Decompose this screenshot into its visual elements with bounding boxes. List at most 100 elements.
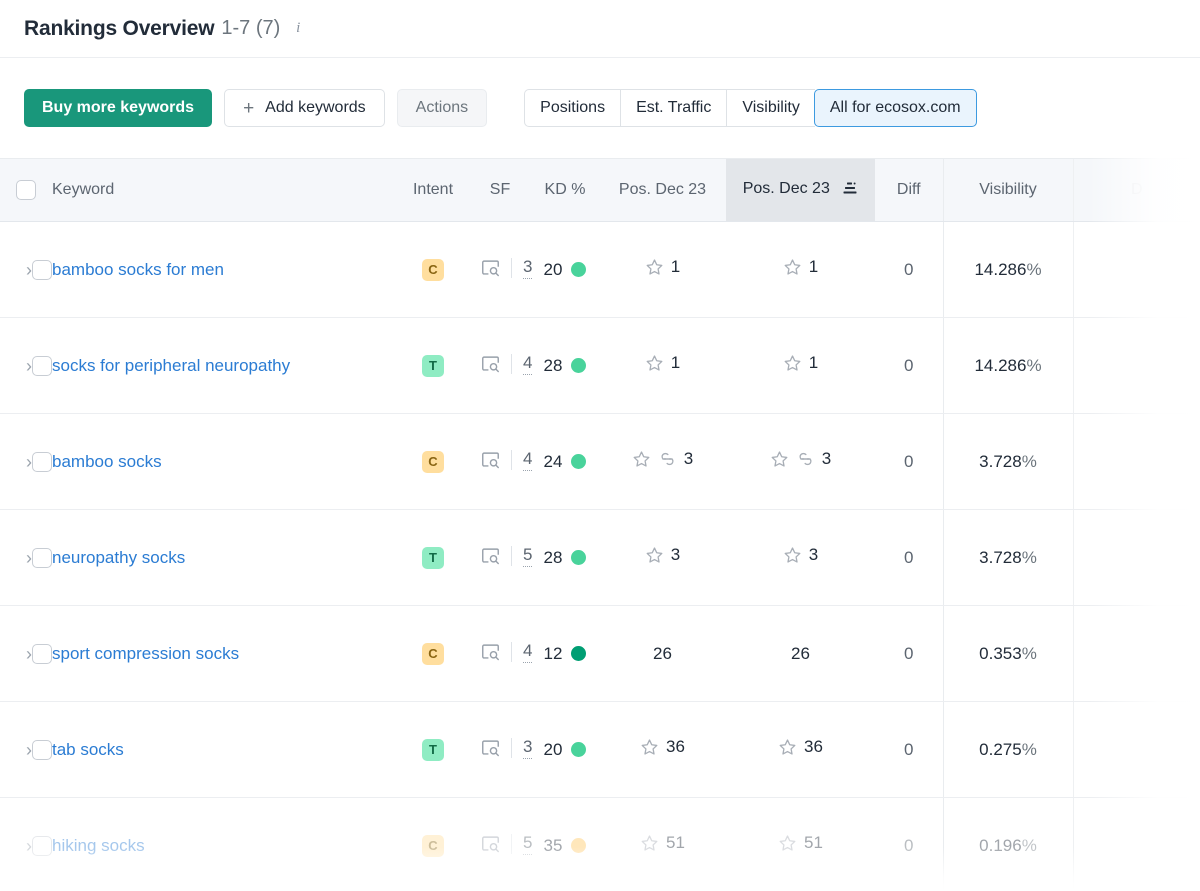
pos-1-cell: 51 (599, 797, 726, 891)
table-body: › bamboo socks for men C 3 20 1 1 0 14.286% › sock… (0, 221, 1200, 891)
keyword-link[interactable]: hiking socks (52, 836, 145, 855)
divider (511, 258, 512, 279)
row-checkbox[interactable] (32, 451, 52, 472)
tab-positions[interactable]: Positions (524, 89, 621, 127)
keyword-link[interactable]: sport compression socks (52, 644, 239, 663)
intent-badge[interactable]: T (422, 738, 444, 761)
keyword-link[interactable]: neuropathy socks (52, 548, 185, 567)
actions-button[interactable]: Actions (396, 89, 488, 127)
kd-group: 20 (544, 740, 587, 760)
pos-2-cell: 51 (726, 797, 875, 891)
info-icon[interactable]: i (291, 20, 305, 36)
position-cell-2: 1 (783, 257, 818, 277)
table-header: Keyword Intent SF KD % Pos. Dec 23 Pos. … (0, 158, 1200, 222)
column-header-visibility[interactable]: Visibility (942, 158, 1073, 222)
keyword-cell: socks for peripheral neuropathy (52, 317, 397, 414)
divider (511, 738, 512, 759)
column-header-pos-1[interactable]: Pos. Dec 23 (599, 158, 726, 222)
buy-more-keywords-button[interactable]: Buy more keywords (24, 89, 213, 127)
column-header-diff[interactable]: Diff (875, 158, 943, 222)
kd-value: 20 (543, 739, 563, 759)
column-header-keyword[interactable]: Keyword (52, 158, 397, 222)
tab-visibility[interactable]: Visibility (726, 89, 815, 127)
sort-descending-icon (843, 181, 858, 200)
pos-2-cell: 1 (726, 221, 875, 318)
diff-cell: 0 (875, 413, 943, 510)
table-row[interactable]: › bamboo socks C 4 24 3 3 0 3.728% (0, 413, 1200, 510)
intent-badge[interactable]: T (422, 546, 444, 569)
tab-all-for-domain[interactable]: All for ecosox.com (813, 89, 977, 127)
column-header-intent[interactable]: Intent (397, 158, 469, 222)
row-lead: › (0, 739, 52, 760)
kd-status-dot (571, 262, 587, 277)
column-header-pos-2-sorted[interactable]: Pos. Dec 23 (726, 158, 875, 222)
kd-value: 24 (543, 451, 563, 471)
keyword-cell: neuropathy socks (52, 509, 397, 606)
serp-features-group: 5 (481, 833, 533, 856)
row-checkbox[interactable] (32, 259, 52, 280)
table-row[interactable]: › tab socks T 3 20 36 36 0 0.275% (0, 701, 1200, 798)
intent-badge[interactable]: C (422, 642, 444, 665)
add-keywords-button[interactable]: + Add keywords (224, 89, 385, 127)
serp-feature-star-icon (770, 450, 789, 469)
column-header-sf[interactable]: SF (469, 158, 531, 222)
visibility-value: 14.286% (974, 259, 1042, 279)
table-row[interactable]: › bamboo socks for men C 3 20 1 1 0 14.286% (0, 221, 1200, 318)
diff-cell: 0 (875, 701, 943, 798)
intent-badge[interactable]: C (422, 258, 444, 281)
row-checkbox[interactable] (32, 547, 52, 568)
pos-2-cell: 3 (726, 509, 875, 606)
column-header-kd[interactable]: KD % (531, 158, 599, 222)
row-checkbox[interactable] (32, 643, 52, 664)
serp-features-count[interactable]: 4 (523, 353, 533, 376)
table-row[interactable]: › sport compression socks C 4 12 26 26 0 0.353% (0, 605, 1200, 702)
serp-feature-star-icon (645, 354, 664, 373)
truncated-cell (1072, 317, 1200, 414)
divider (511, 642, 512, 663)
position-value: 1 (808, 257, 819, 277)
kd-status-dot (571, 454, 587, 469)
keyword-link[interactable]: bamboo socks for men (52, 260, 224, 279)
intent-badge[interactable]: C (422, 450, 444, 473)
position-value: 1 (670, 353, 681, 373)
row-checkbox[interactable] (32, 835, 52, 856)
keyword-link[interactable]: tab socks (52, 740, 124, 759)
serp-feature-star-icon (645, 258, 664, 277)
position-value: 36 (804, 737, 823, 757)
table-row[interactable]: › neuropathy socks T 5 28 3 3 0 3.728% (0, 509, 1200, 606)
select-all-checkbox[interactable] (16, 180, 36, 200)
kd-value: 35 (543, 835, 563, 855)
serp-features-count[interactable]: 4 (523, 641, 533, 664)
serp-features-preview-icon (481, 644, 500, 661)
row-checkbox[interactable] (32, 355, 52, 376)
keyword-link[interactable]: bamboo socks (52, 452, 162, 471)
serp-features-cell: 3 (469, 221, 533, 318)
diff-cell: 0 (875, 317, 943, 414)
keyword-link[interactable]: socks for peripheral neuropathy (52, 356, 290, 375)
serp-features-count[interactable]: 3 (523, 737, 533, 760)
column-header-truncated[interactable]: D (1072, 158, 1200, 222)
pos-2-cell: 3 (726, 413, 875, 510)
serp-features-count[interactable]: 3 (523, 257, 533, 280)
position-value: 51 (666, 833, 685, 853)
diff-cell: 0 (875, 221, 943, 318)
intent-cell: C (397, 605, 469, 702)
pos-1-cell: 36 (599, 701, 726, 798)
intent-badge[interactable]: C (422, 834, 444, 857)
serp-features-count[interactable]: 4 (523, 449, 533, 472)
table-row[interactable]: › socks for peripheral neuropathy T 4 28 1 1 0 1… (0, 317, 1200, 414)
row-lead: › (0, 451, 52, 472)
visibility-value: 0.353% (979, 643, 1037, 663)
tab-est-traffic[interactable]: Est. Traffic (620, 89, 727, 127)
position-cell-2: 51 (778, 833, 823, 853)
serp-features-count[interactable]: 5 (523, 545, 533, 568)
row-checkbox[interactable] (32, 739, 52, 760)
diff-value: 0 (904, 739, 914, 759)
intent-badge[interactable]: T (422, 354, 444, 377)
serp-feature-link-icon (796, 452, 815, 466)
keyword-cell: sport compression socks (52, 605, 397, 702)
serp-feature-star-icon (778, 834, 797, 853)
table-row[interactable]: › hiking socks C 5 35 51 51 0 0.196% (0, 797, 1200, 891)
serp-features-cell: 4 (469, 413, 533, 510)
divider (511, 450, 512, 471)
